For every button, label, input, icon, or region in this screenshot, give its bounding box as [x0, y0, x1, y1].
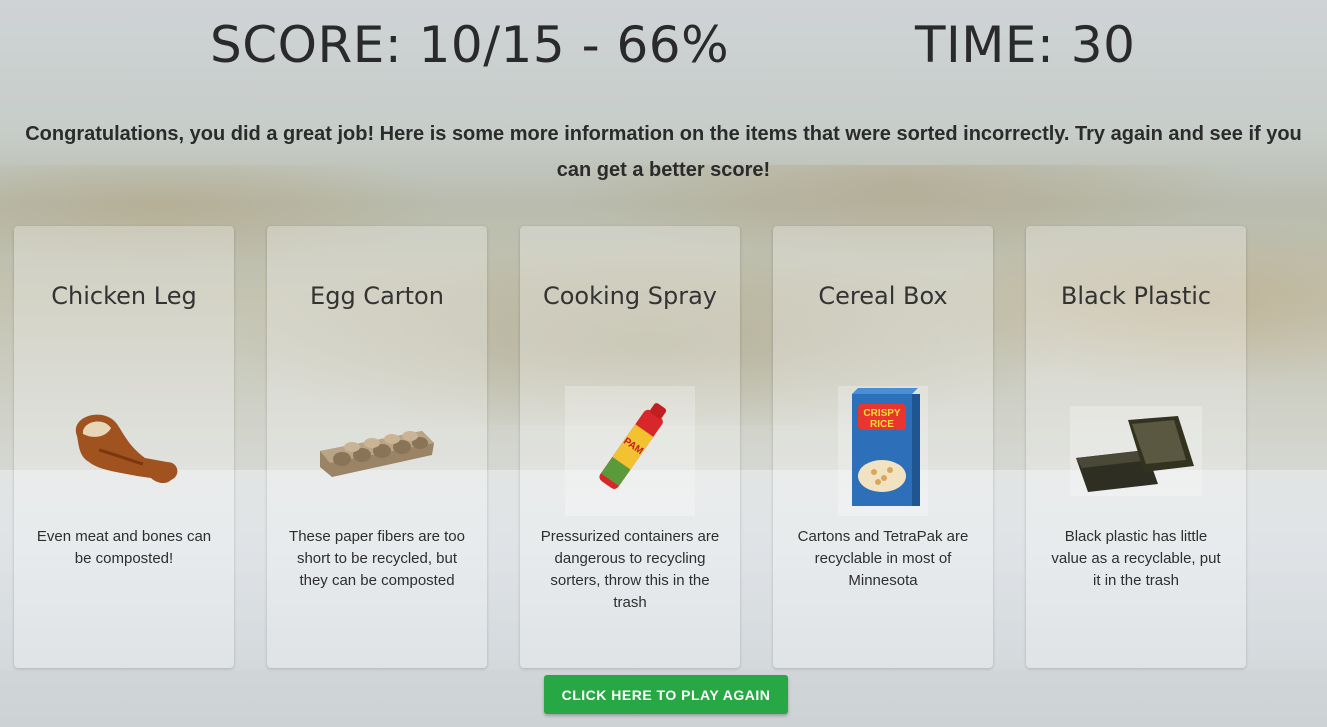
- card-title: Cereal Box: [818, 282, 948, 310]
- card-description: Cartons and TetraPak are recyclable in m…: [797, 528, 969, 589]
- chicken-leg-icon: [49, 386, 199, 516]
- svg-text:RICE: RICE: [870, 419, 894, 430]
- item-card-cooking-spray: Cooking Spray PAM Pressurized containers…: [520, 226, 740, 668]
- card-description: Even meat and bones can be composted!: [36, 528, 212, 567]
- score-display: SCORE: 10/15 - 66%: [210, 16, 730, 74]
- play-again-button[interactable]: CLICK HERE TO PLAY AGAIN: [544, 675, 788, 714]
- score-header: SCORE: 10/15 - 66% TIME: 30: [0, 16, 1327, 86]
- item-card-black-plastic: Black Plastic Black plastic has little v…: [1026, 226, 1246, 668]
- item-card-egg-carton: Egg Carton These paper fibers are too sh…: [267, 226, 487, 668]
- card-description: Black plastic has little value as a recy…: [1051, 528, 1221, 589]
- cereal-box-icon: CRISPY RICE: [808, 386, 958, 516]
- time-display: TIME: 30: [915, 16, 1136, 74]
- item-card-cereal-box: Cereal Box CRISPY RICE Cartons and Tetra…: [773, 226, 993, 668]
- item-card-chicken-leg: Chicken Leg Even meat and bones can be c…: [14, 226, 234, 668]
- card-description: Pressurized containers are dangerous to …: [540, 528, 720, 611]
- cooking-spray-icon: PAM: [555, 386, 705, 516]
- svg-text:CRISPY: CRISPY: [863, 408, 901, 419]
- card-title: Cooking Spray: [542, 282, 717, 310]
- card-title: Egg Carton: [310, 282, 444, 310]
- black-plastic-tray-icon: [1061, 386, 1211, 516]
- card-description: These paper fibers are too short to be r…: [289, 528, 465, 589]
- card-title: Black Plastic: [1060, 282, 1212, 310]
- result-message: Congratulations, you did a great job! He…: [25, 123, 1302, 181]
- card-title: Chicken Leg: [51, 282, 197, 310]
- egg-carton-icon: [302, 386, 452, 516]
